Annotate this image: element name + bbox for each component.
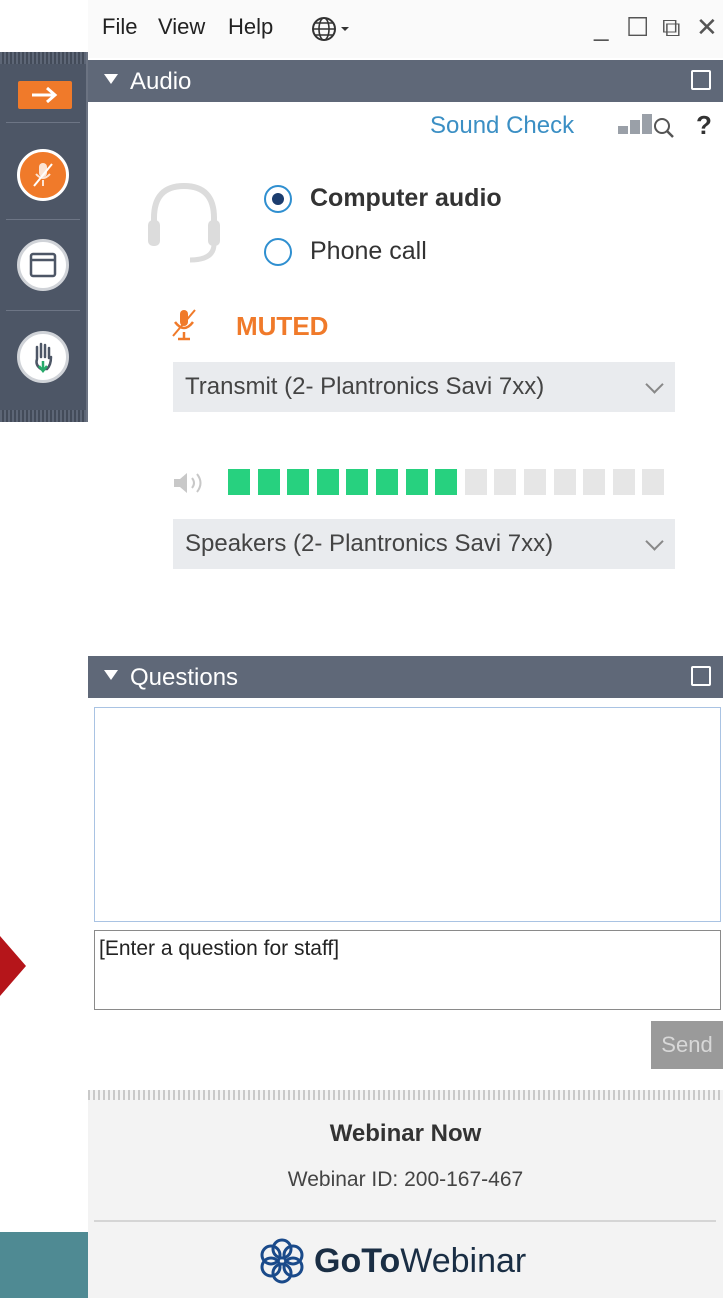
level-segment-on	[406, 469, 428, 495]
red-pointer-arrow	[0, 936, 26, 996]
panel-resize-grip[interactable]	[88, 1090, 723, 1100]
level-segment-on	[287, 469, 309, 495]
menu-help[interactable]: Help	[228, 14, 273, 40]
footer-divider	[94, 1220, 716, 1222]
globe-icon	[312, 17, 349, 41]
arrow-right-icon	[32, 86, 58, 104]
phone-call-label[interactable]: Phone call	[310, 237, 427, 266]
level-segment-on	[376, 469, 398, 495]
audio-settings-button[interactable]	[616, 112, 676, 145]
collapse-triangle-icon	[104, 74, 118, 84]
questions-section-header[interactable]: Questions	[88, 656, 723, 698]
minimize-button[interactable]: _	[594, 14, 608, 40]
level-segment-off	[613, 469, 635, 495]
close-button[interactable]: ✕	[696, 14, 718, 40]
question-input[interactable]: [Enter a question for staff]	[94, 930, 721, 1010]
brand-webinar: Webinar	[400, 1241, 527, 1280]
toolbar-divider	[6, 310, 80, 311]
speaker-level-meter	[228, 469, 673, 495]
toolbar-divider	[6, 122, 80, 123]
control-toolbar	[0, 52, 88, 422]
menu-bar: File View Help _ ☐ ⧉ ✕	[88, 0, 723, 58]
screen-view-button[interactable]	[0, 220, 86, 310]
gotowebinar-flower-icon	[260, 1238, 304, 1284]
mute-status: MUTED	[236, 311, 329, 341]
webinar-id: Webinar ID: 200-167-467	[287, 1168, 524, 1191]
raise-hand-icon	[17, 331, 69, 383]
level-segment-on	[228, 469, 250, 495]
restore-button[interactable]: ☐	[626, 14, 649, 40]
raise-hand-button[interactable]	[0, 312, 86, 402]
microphone-select-value: Transmit (2- Plantronics Savi 7xx)	[185, 373, 545, 400]
toolbar-grip-bottom[interactable]	[0, 410, 86, 422]
speaker-volume-icon	[174, 473, 202, 493]
menu-view[interactable]: View	[158, 14, 205, 40]
headset-icon	[148, 182, 220, 263]
control-panel: File View Help _ ☐ ⧉ ✕ Audio Sound Check	[88, 0, 723, 1298]
speaker-select[interactable]: Speakers (2- Plantronics Savi 7xx)	[173, 519, 675, 569]
window-icon	[17, 239, 69, 291]
level-segment-off	[642, 469, 664, 495]
level-segment-on	[346, 469, 368, 495]
level-segment-off	[494, 469, 516, 495]
audio-help-button[interactable]: ?	[696, 110, 712, 141]
level-segment-off	[465, 469, 487, 495]
background-strip	[0, 1232, 88, 1298]
audio-section-header[interactable]: Audio	[88, 60, 723, 102]
phone-call-radio[interactable]	[264, 238, 292, 266]
question-log[interactable]	[94, 707, 721, 922]
level-segment-off	[524, 469, 546, 495]
level-segment-off	[583, 469, 605, 495]
popout-icon[interactable]	[691, 666, 711, 686]
chevron-down-icon	[645, 532, 664, 551]
webinar-title: Webinar Now	[329, 1120, 482, 1147]
level-segment-on	[258, 469, 280, 495]
send-button[interactable]: Send	[651, 1021, 723, 1069]
collapse-panel-button[interactable]	[18, 81, 72, 109]
brand-goto: GoTo	[314, 1241, 401, 1280]
popout-icon[interactable]	[691, 70, 711, 90]
menu-file[interactable]: File	[102, 14, 137, 40]
audio-section-title: Audio	[130, 68, 192, 95]
microphone-muted-icon	[172, 309, 196, 341]
sound-check-link[interactable]: Sound Check	[430, 112, 574, 140]
speaker-select-value: Speakers (2- Plantronics Savi 7xx)	[185, 530, 554, 557]
webinar-footer: Webinar Now Webinar ID: 200-167-467 GoTo…	[88, 1090, 723, 1298]
popout-button[interactable]: ⧉	[662, 14, 681, 40]
microphone-muted-icon	[17, 149, 69, 201]
level-segment-on	[435, 469, 457, 495]
audio-diagnostics-icon	[618, 114, 674, 138]
mute-microphone-button[interactable]	[0, 130, 86, 220]
collapse-triangle-icon	[104, 670, 118, 680]
microphone-select[interactable]: Transmit (2- Plantronics Savi 7xx)	[173, 362, 675, 412]
computer-audio-label[interactable]: Computer audio	[310, 184, 502, 213]
level-segment-off	[554, 469, 576, 495]
chevron-down-icon	[645, 375, 664, 394]
toolbar-grip-top[interactable]	[0, 52, 86, 64]
language-menu[interactable]	[310, 14, 352, 49]
gotowebinar-logo: GoTo Webinar	[258, 1236, 526, 1286]
computer-audio-radio[interactable]	[264, 185, 292, 213]
radio-selected-dot	[272, 193, 284, 205]
level-segment-on	[317, 469, 339, 495]
questions-section-title: Questions	[130, 664, 239, 691]
